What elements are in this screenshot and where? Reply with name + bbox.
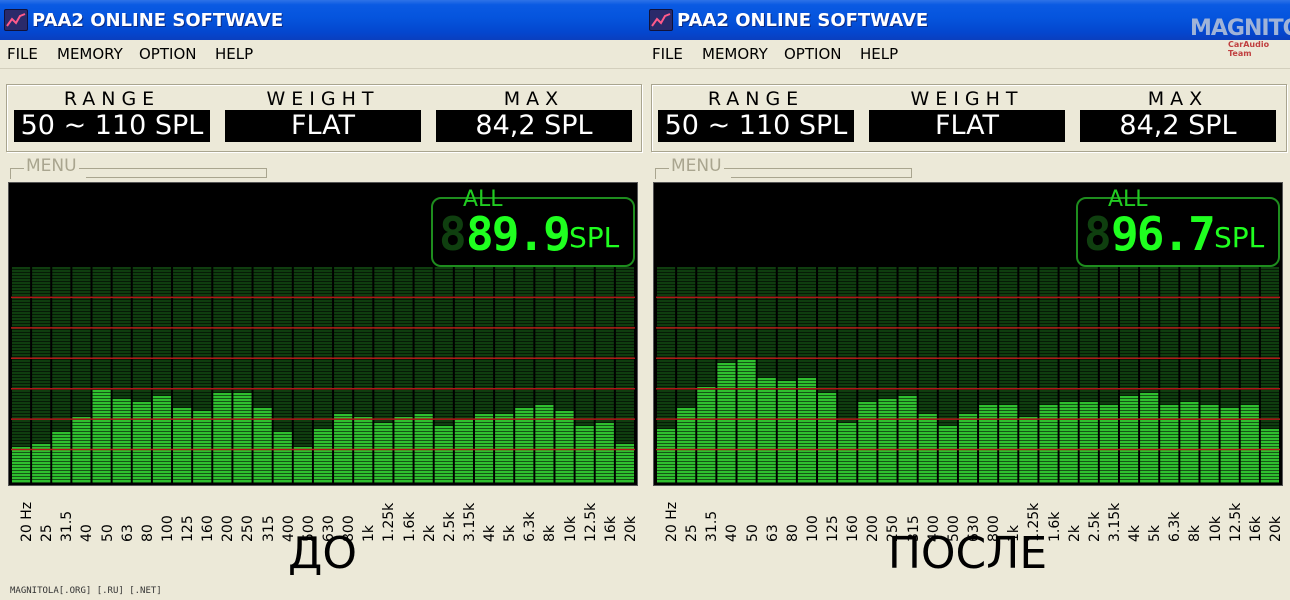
menu-bar: FILE MEMORY OPTION HELP [645,40,1290,69]
bar-800 [334,414,353,483]
max-value: 84,2 SPL [436,110,632,142]
graph-icon [651,13,671,27]
weight-label: WEIGHT [910,88,1024,110]
window-title: PAA2 ONLINE SOFTWAVE [677,10,929,31]
spl-unit: SPL [569,221,620,254]
range-value: 50 ~ 110 SPL [14,110,210,142]
bar-4k [474,414,494,483]
app-icon[interactable] [4,9,28,31]
menu-memory[interactable]: MEMORY [702,45,768,63]
max-label: MAX [1147,88,1209,110]
spectrum-display: ALL 8 89.9 SPL [8,182,638,486]
menu-option[interactable]: OPTION [784,45,841,63]
window-after: PAA2 ONLINE SOFTWAVE FILE MEMORY OPTION … [645,0,1290,600]
caption-before: ДО [287,528,357,579]
title-bar[interactable]: PAA2 ONLINE SOFTWAVE [0,0,645,40]
spl-value: 89.9 [466,207,571,261]
bar-400 [273,432,292,483]
caption-after: ПОСЛЕ [887,528,1048,579]
menu-group-label: MENU [24,156,79,176]
logo-subtitle: CarAudio Team [1228,40,1270,58]
bar-5k [495,414,514,483]
menu-help[interactable]: HELP [215,45,253,63]
menu-file[interactable]: FILE [652,45,683,63]
bar-315 [898,396,917,483]
weight-value: FLAT [869,110,1065,142]
graph-icon [6,13,26,27]
menu-bar: FILE MEMORY OPTION HELP [0,40,645,69]
range-value: 50 ~ 110 SPL [658,110,854,142]
weight-value: FLAT [225,110,421,142]
spl-ghost-digit: 8 [1084,207,1112,261]
menu-group-line [731,168,912,178]
menu-group-line [86,168,267,178]
range-label: RANGE [63,88,161,110]
max-value: 84,2 SPL [1080,110,1276,142]
bar-630 [958,414,978,483]
spl-unit: SPL [1214,221,1265,254]
menu-file[interactable]: FILE [7,45,38,63]
menu-memory[interactable]: MEMORY [57,45,123,63]
weight-label: WEIGHT [266,88,380,110]
bar-31.5 [52,432,71,483]
window-title: PAA2 ONLINE SOFTWAVE [32,10,284,31]
range-label: RANGE [707,88,805,110]
spl-ghost-digit: 8 [439,207,467,261]
footer-watermark: MAGNITOLA[.ORG] [.RU] [.NET] [10,586,162,596]
bar-400 [918,414,937,483]
spl-value: 96.7 [1111,207,1216,261]
spectrum-display: ALL 8 96.7 SPL [653,182,1283,486]
menu-help[interactable]: HELP [860,45,898,63]
magnitola-logo: MAGNITOLA [1190,16,1290,41]
bar-4k [1119,396,1139,483]
app-icon[interactable] [649,9,673,31]
bar-50 [92,390,111,483]
menu-option[interactable]: OPTION [139,45,196,63]
max-label: MAX [503,88,565,110]
window-before: PAA2 ONLINE SOFTWAVE FILE MEMORY OPTION … [0,0,645,600]
bar-100 [152,396,172,483]
menu-group-label: MENU [669,156,724,176]
bar-2k [414,414,433,483]
